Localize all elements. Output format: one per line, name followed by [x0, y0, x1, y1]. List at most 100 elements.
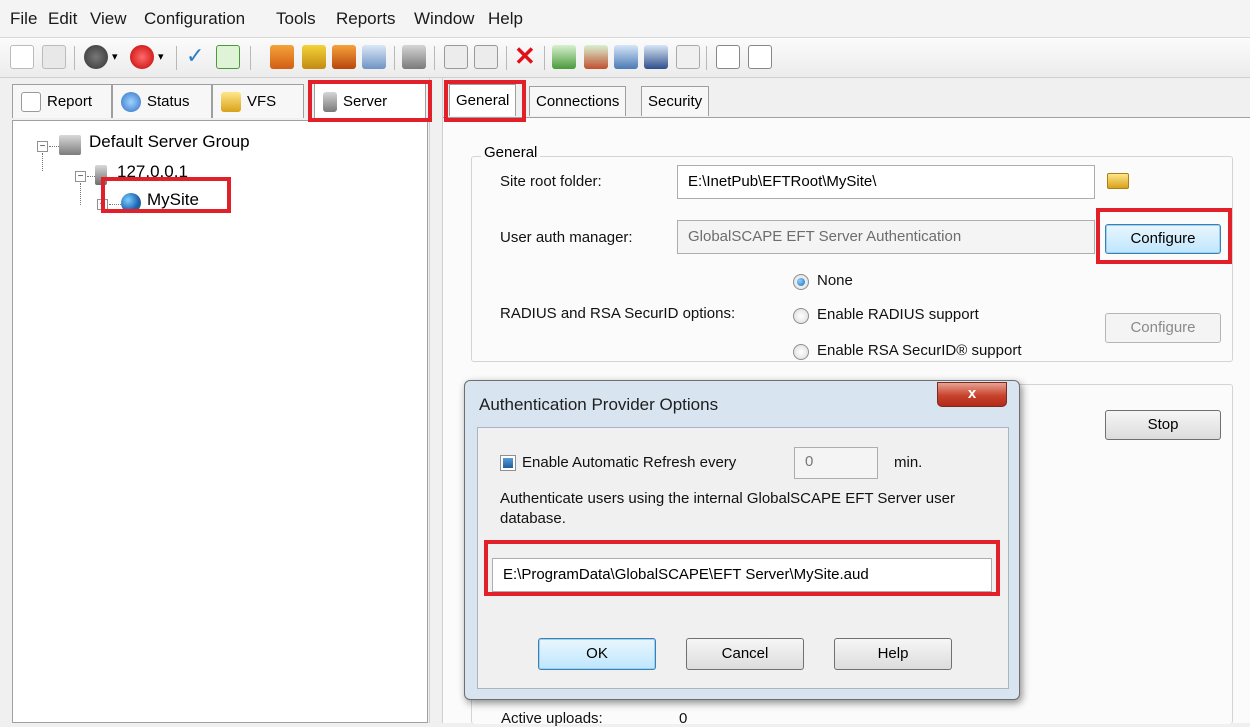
tree-item-server-group[interactable]: Default Server Group	[89, 132, 250, 152]
auto-refresh-label: Enable Automatic Refresh every	[522, 454, 737, 471]
dropdown-arrow-icon[interactable]: ▾	[158, 50, 170, 74]
tree-connector	[109, 204, 121, 205]
toolbar-separator	[394, 46, 395, 70]
tab-report[interactable]: Report	[12, 84, 112, 118]
database-path-field[interactable]: E:\ProgramData\GlobalSCAPE\EFT Server\My…	[492, 558, 992, 592]
folder-icon	[221, 91, 241, 112]
menu-edit[interactable]: Edit	[48, 9, 77, 29]
menu-view[interactable]: View	[90, 9, 127, 29]
tree-connector	[42, 153, 43, 171]
dialog-body: Enable Automatic Refresh every 0 min. Au…	[477, 427, 1009, 689]
tools-icon[interactable]	[676, 45, 700, 69]
document-icon[interactable]	[716, 45, 740, 69]
tab-server[interactable]: Server	[314, 82, 426, 120]
auto-refresh-checkbox[interactable]	[500, 455, 516, 471]
refresh-icon[interactable]	[216, 45, 240, 69]
auth-manager-field[interactable]: GlobalSCAPE EFT Server Authentication	[677, 220, 1095, 254]
expand-site-icon[interactable]: +	[97, 199, 108, 210]
tab-general[interactable]: General	[449, 84, 517, 116]
disconnect-icon[interactable]	[42, 45, 66, 69]
toolbar-separator	[250, 46, 251, 70]
server-group-icon	[59, 135, 81, 155]
active-uploads-label: Active uploads:	[501, 710, 603, 727]
site-root-label: Site root folder:	[500, 173, 602, 190]
radio-rsa[interactable]	[793, 344, 809, 360]
collapse-server-icon[interactable]: −	[75, 171, 86, 182]
radio-none[interactable]	[793, 274, 809, 290]
tab-report-label: Report	[47, 93, 93, 110]
radio-rsa-label: Enable RSA SecurID® support	[817, 342, 1022, 359]
browse-folder-icon[interactable]	[1107, 173, 1129, 189]
delete-icon[interactable]: ✕	[514, 43, 538, 69]
help-button[interactable]: Help	[834, 638, 952, 670]
tree-item-site[interactable]: MySite	[147, 190, 199, 210]
site-root-field[interactable]: E:\InetPub\EFTRoot\MySite\	[677, 165, 1095, 199]
collapse-group-icon[interactable]: −	[37, 141, 48, 152]
blank-page-icon[interactable]	[748, 45, 772, 69]
tree-item-server[interactable]: 127.0.0.1	[117, 162, 188, 182]
menu-configuration[interactable]: Configuration	[144, 9, 245, 29]
radio-radius-label: Enable RADIUS support	[817, 306, 979, 323]
radio-radius[interactable]	[793, 308, 809, 324]
tab-security[interactable]: Security	[641, 86, 710, 116]
right-tab-strip: General Connections Security	[443, 82, 1250, 118]
menu-reports[interactable]: Reports	[336, 9, 396, 29]
radius-options-label: RADIUS and RSA SecurID options:	[500, 305, 736, 322]
pane-splitter[interactable]	[429, 78, 443, 723]
permissions-icon[interactable]	[362, 45, 386, 69]
new-user-icon[interactable]	[270, 45, 294, 69]
auth-manager-label: User auth manager:	[500, 229, 633, 246]
folder-settings-icon[interactable]	[444, 45, 468, 69]
auth-description: Authenticate users using the internal Gl…	[500, 490, 955, 527]
menu-bar: File Edit View Configuration Tools Repor…	[0, 0, 1250, 38]
server-tree-pane: − Default Server Group − 127.0.0.1 + MyS…	[12, 120, 428, 723]
tree-connector	[49, 146, 59, 147]
status-icon	[121, 91, 141, 112]
group-icon[interactable]	[332, 45, 356, 69]
tab-server-label: Server	[343, 93, 388, 110]
active-uploads-value: 0	[679, 710, 688, 727]
event-rule-2-icon[interactable]	[584, 45, 608, 69]
stop-icon[interactable]	[130, 45, 154, 69]
toolbar-separator	[434, 46, 435, 70]
tab-status-label: Status	[147, 93, 190, 110]
ssh-icon[interactable]	[644, 45, 668, 69]
connect-icon[interactable]	[10, 45, 34, 69]
left-tab-strip: Report Status VFS Server	[12, 82, 432, 120]
ok-button[interactable]: OK	[538, 638, 656, 670]
dialog-title: Authentication Provider Options	[479, 395, 719, 414]
server-icon[interactable]	[402, 45, 426, 69]
tab-vfs-label: VFS	[247, 93, 277, 110]
toolbar: ▾ ▾ ✓ ✕	[0, 38, 1250, 78]
tab-connections[interactable]: Connections	[529, 86, 627, 116]
tab-vfs[interactable]: VFS	[212, 84, 304, 118]
new-folder-icon[interactable]	[474, 45, 498, 69]
command-icon[interactable]	[614, 45, 638, 69]
check-icon[interactable]: ✓	[186, 45, 210, 69]
stop-button[interactable]: Stop	[1105, 410, 1221, 440]
general-group-title: General	[481, 144, 541, 161]
refresh-unit-label: min.	[894, 454, 923, 471]
user-settings-icon[interactable]	[302, 45, 326, 69]
menu-window[interactable]: Window	[414, 9, 474, 29]
close-button[interactable]: x	[937, 382, 1007, 407]
configure-auth-button[interactable]: Configure	[1105, 224, 1221, 254]
tab-status[interactable]: Status	[112, 84, 212, 118]
event-rule-icon[interactable]	[552, 45, 576, 69]
menu-file[interactable]: File	[10, 9, 37, 29]
menu-help[interactable]: Help	[488, 9, 523, 29]
globe-icon	[121, 193, 141, 213]
refresh-interval-field[interactable]: 0	[794, 447, 878, 479]
toolbar-separator	[706, 46, 707, 70]
toolbar-separator	[74, 46, 75, 70]
toolbar-separator	[544, 46, 545, 70]
close-icon: x	[967, 385, 977, 402]
dropdown-arrow-icon[interactable]: ▾	[112, 50, 124, 74]
server-icon	[323, 91, 337, 112]
configure-radius-button[interactable]: Configure	[1105, 313, 1221, 343]
cancel-button[interactable]: Cancel	[686, 638, 804, 670]
toolbar-separator	[506, 46, 507, 70]
radio-none-label: None	[817, 272, 853, 289]
menu-tools[interactable]: Tools	[276, 9, 316, 29]
go-icon[interactable]	[84, 45, 108, 69]
